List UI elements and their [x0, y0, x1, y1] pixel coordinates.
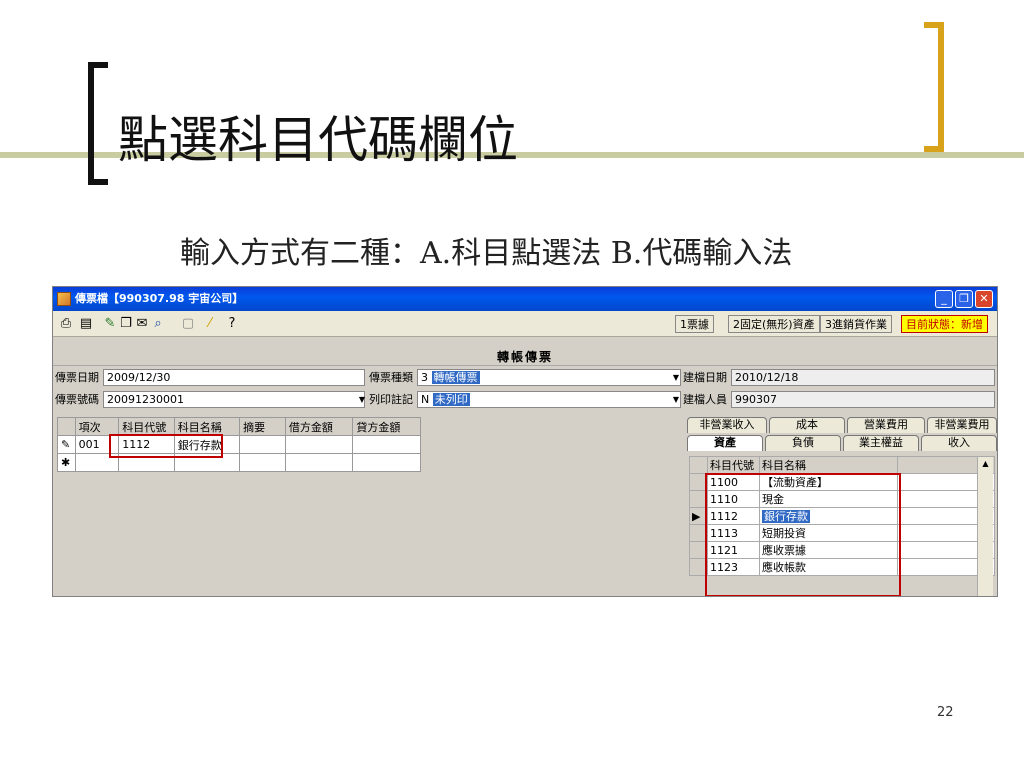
- voucher-window: 傳票檔【990307.98 宇宙公司】 _ ❐ ✕ ⎙ ▤ ✎ ❐ ✉ ⌕ ▢ …: [52, 286, 998, 597]
- row-marker-edit-icon: ✎: [57, 435, 76, 454]
- toolbar: ⎙ ▤ ✎ ❐ ✉ ⌕ ▢ ⁄ ? 1票據 2固定(無形)資產 3進銷貨作業 目…: [53, 311, 997, 337]
- minimize-button[interactable]: _: [935, 290, 953, 308]
- row-marker-header: [57, 417, 76, 436]
- voucher-type-label: 傳票種類: [369, 371, 413, 384]
- chevron-down-icon[interactable]: ▼: [671, 392, 681, 407]
- col-item: 項次: [74, 417, 120, 436]
- tab-owner-equity[interactable]: 業主權益: [843, 435, 919, 451]
- tab-income[interactable]: 收入: [921, 435, 997, 451]
- col-debit: 借方金額: [284, 417, 354, 436]
- col-account-name: 科目名稱: [759, 456, 898, 474]
- status-badge: 目前狀態：新增: [901, 315, 988, 333]
- tab-assets[interactable]: 資產: [687, 435, 763, 451]
- tab-bills-button[interactable]: 1票據: [675, 315, 714, 333]
- grid-header-row: 項次 科目代號 科目名稱 摘要 借方金額 貸方金額: [57, 417, 421, 436]
- app-icon: [57, 292, 71, 306]
- col-account-code: 科目代號: [118, 417, 175, 436]
- tab-non-operating-expense[interactable]: 非營業費用: [927, 417, 997, 433]
- book-icon[interactable]: ▤: [77, 315, 95, 333]
- col-account-code: 科目代號: [707, 456, 760, 474]
- printer-icon[interactable]: ⎙: [57, 315, 75, 333]
- print-mark-value: 未列印: [432, 393, 470, 406]
- created-date-field: 2010/12/18: [731, 369, 995, 386]
- window-title: 傳票檔【990307.98 宇宙公司】: [75, 292, 244, 305]
- tab-liabilities[interactable]: 負債: [765, 435, 841, 451]
- account-header-row: 科目代號 科目名稱: [689, 456, 995, 474]
- pencil-icon[interactable]: ⁄: [201, 315, 219, 333]
- form-header: 轉帳傳票: [53, 348, 997, 366]
- close-button[interactable]: ✕: [975, 290, 993, 308]
- help-icon[interactable]: ?: [223, 315, 241, 333]
- print-mark-label: 列印註記: [369, 393, 413, 406]
- highlight-box-accounts: [705, 473, 901, 596]
- created-by-label: 建檔人員: [683, 393, 727, 406]
- cell-debit[interactable]: [284, 453, 354, 472]
- tab-purchase-sales-button[interactable]: 3進銷貨作業: [820, 315, 892, 333]
- row-header: [689, 456, 708, 474]
- cell-credit[interactable]: [352, 435, 421, 454]
- col-account-name: 科目名稱: [173, 417, 241, 436]
- col-memo: 摘要: [239, 417, 286, 436]
- doc-icon[interactable]: ▢: [179, 315, 197, 333]
- right-bracket: [924, 22, 944, 152]
- scroll-up-icon[interactable]: ▲: [978, 457, 993, 471]
- highlight-box-grid: [109, 434, 223, 458]
- account-list-scrollbar[interactable]: ▲: [977, 457, 993, 596]
- tab-fixed-assets-button[interactable]: 2固定(無形)資產: [728, 315, 820, 333]
- tab-non-operating-income[interactable]: 非營業收入: [687, 417, 767, 433]
- voucher-no-field[interactable]: 20091230001: [103, 391, 365, 408]
- page-number: 22: [937, 705, 954, 720]
- print-mark-select[interactable]: N 未列印: [417, 391, 681, 408]
- voucher-type-select[interactable]: 3 轉帳傳票: [417, 369, 681, 386]
- left-bracket: [88, 62, 108, 185]
- slide-title: 點選科目代碼欄位: [118, 111, 518, 169]
- search-icon[interactable]: ⌕: [149, 315, 167, 333]
- cell-memo[interactable]: [239, 435, 286, 454]
- voucher-date-label: 傳票日期: [55, 371, 99, 384]
- row-marker-new-icon: ✱: [57, 453, 76, 472]
- cell-credit[interactable]: [352, 453, 421, 472]
- slide-subtitle: 輸入方式有二種：A.科目點選法 B.代碼輸入法: [180, 236, 793, 271]
- voucher-no-label: 傳票號碼: [55, 393, 99, 406]
- print-mark-code: N: [421, 393, 430, 406]
- created-date-label: 建檔日期: [683, 371, 727, 384]
- chevron-down-icon[interactable]: ▼: [357, 392, 367, 407]
- window-titlebar: 傳票檔【990307.98 宇宙公司】: [53, 287, 997, 311]
- cell-debit[interactable]: [284, 435, 354, 454]
- col-credit: 貸方金額: [352, 417, 421, 436]
- tab-cost[interactable]: 成本: [769, 417, 845, 433]
- cell-memo[interactable]: [239, 453, 286, 472]
- voucher-date-field[interactable]: 2009/12/30: [103, 369, 365, 386]
- chevron-down-icon[interactable]: ▼: [671, 370, 681, 385]
- tab-operating-expense[interactable]: 營業費用: [847, 417, 925, 433]
- voucher-type-code: 3: [421, 371, 428, 384]
- maximize-button[interactable]: ❐: [955, 290, 973, 308]
- created-by-field: 990307: [731, 391, 995, 408]
- voucher-type-value: 轉帳傳票: [431, 371, 480, 384]
